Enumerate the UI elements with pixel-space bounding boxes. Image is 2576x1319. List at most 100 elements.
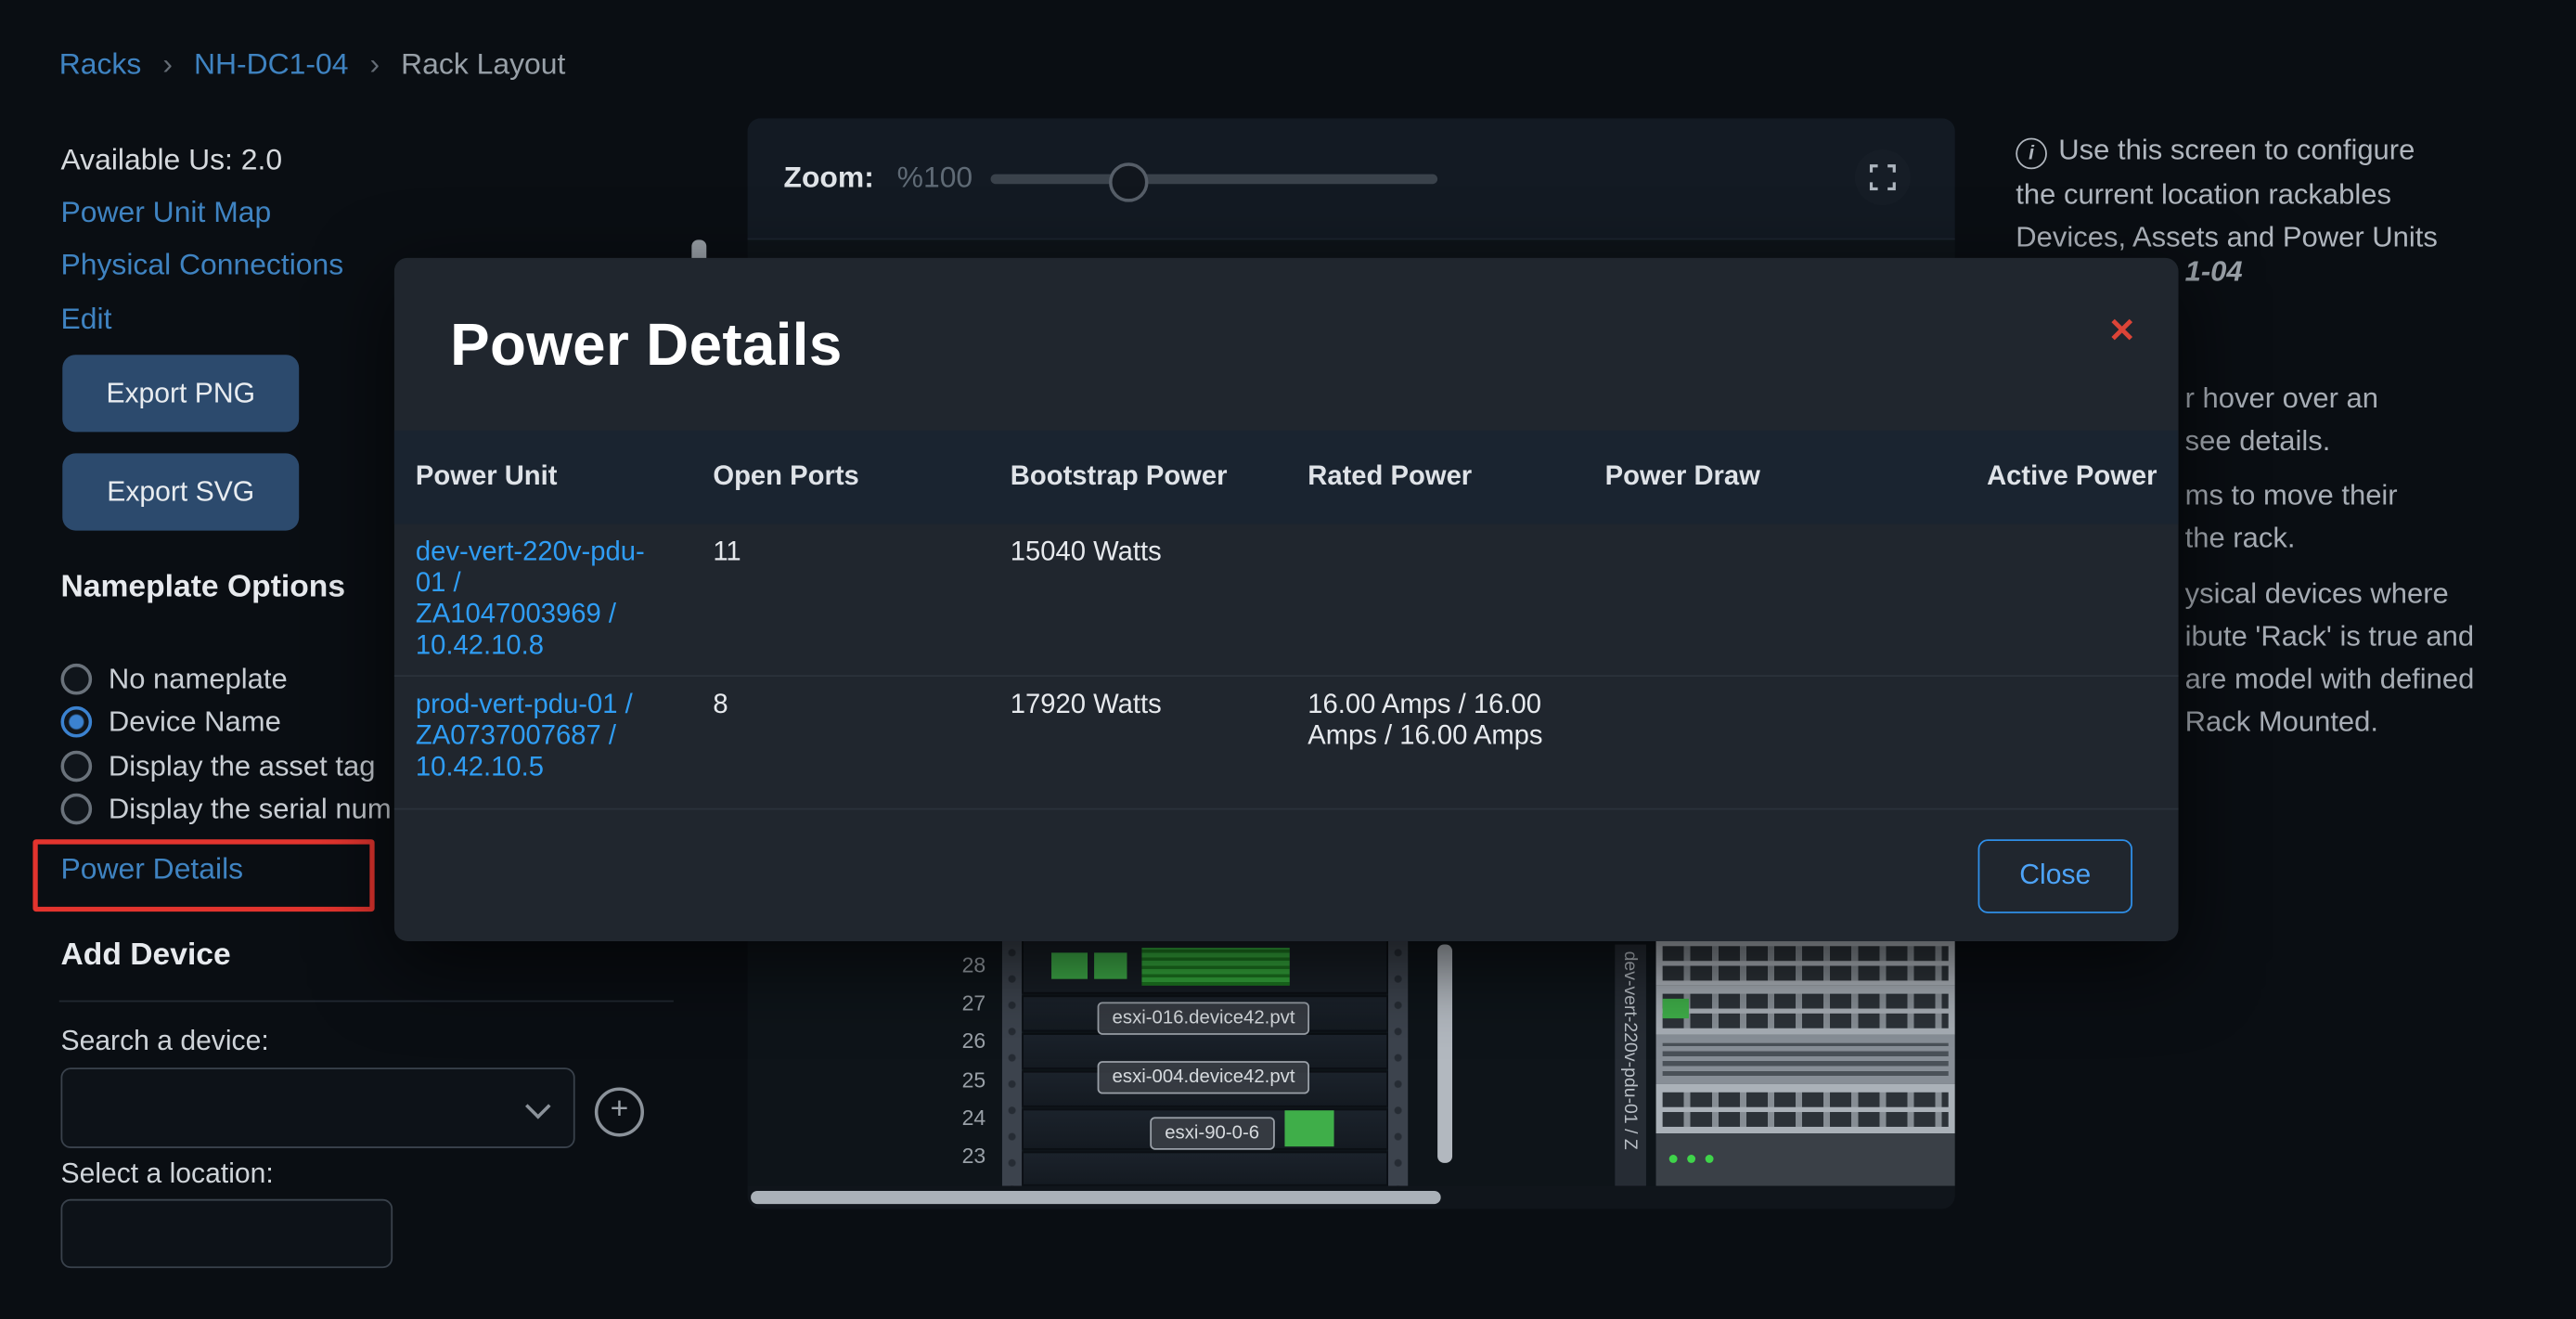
device-green-module	[1094, 952, 1127, 978]
available-us-label: Available Us: 2.0	[61, 143, 283, 177]
radio-label: Device Name	[109, 704, 281, 738]
info-rack-name-fragment: 1-04	[2185, 254, 2243, 289]
device-nameplate[interactable]: esxi-004.device42.pvt	[1098, 1061, 1310, 1093]
info-text-fragment: ibute 'Rack' is true and	[2185, 619, 2475, 653]
rack-unit-number: 28	[936, 952, 985, 977]
info-icon: i	[2016, 138, 2047, 170]
rack-photo-detail	[1663, 994, 1949, 1009]
info-line: i Use this screen to configure	[2016, 128, 2557, 172]
canvas-horizontal-scrollbar-thumb[interactable]	[751, 1191, 1441, 1204]
column-header-active-power: Active Power	[1902, 461, 2157, 493]
power-draw-cell	[1605, 690, 1902, 795]
breadcrumb-current: Rack Layout	[401, 47, 565, 80]
info-panel: i Use this screen to configure the curren…	[2016, 128, 2557, 259]
active-power-cell	[1902, 690, 2157, 795]
plus-icon: +	[611, 1093, 629, 1127]
radio-no-nameplate[interactable]: No nameplate	[61, 657, 288, 700]
table-row: prod-vert-pdu-01 / ZA0737007687 / 10.42.…	[394, 677, 2179, 809]
zoom-slider-track[interactable]	[991, 175, 1438, 185]
zoom-label: Zoom:	[783, 161, 873, 195]
open-ports-cell: 8	[713, 690, 1010, 795]
rack-photo-detail	[1663, 999, 1689, 1018]
power-details-modal: Power Details ✕ Power Unit Open Ports Bo…	[394, 258, 2179, 941]
rack-rail-right	[1388, 939, 1408, 1185]
modal-footer: Close	[394, 809, 2179, 941]
column-header-open-ports: Open Ports	[713, 461, 1010, 493]
device-green-panel	[1284, 1110, 1333, 1146]
table-row: dev-vert-220v-pdu-01 / ZA1047003969 / 10…	[394, 524, 2179, 678]
power-draw-cell	[1605, 537, 1902, 662]
search-device-select[interactable]	[61, 1067, 575, 1148]
device-nameplate[interactable]: esxi-016.device42.pvt	[1098, 1002, 1310, 1034]
rack-photo-detail	[1669, 1155, 1678, 1163]
power-unit-link[interactable]: prod-vert-pdu-01 / ZA0737007687 / 10.42.…	[416, 690, 646, 783]
device-green-lcd	[1141, 948, 1289, 986]
power-unit-map-link[interactable]: Power Unit Map	[61, 196, 272, 230]
export-svg-button[interactable]: Export SVG	[62, 453, 299, 530]
rack-photo-detail	[1663, 1093, 1949, 1107]
rack-rail-left	[1002, 939, 1022, 1185]
rated-power-cell	[1307, 537, 1604, 662]
zoom-slider-thumb[interactable]	[1109, 162, 1148, 201]
modal-header: Power Details ✕	[394, 258, 2179, 431]
highlight-box	[32, 839, 374, 912]
rack-photo-server	[1656, 1084, 1955, 1133]
rated-power-cell: 16.00 Amps / 16.00 Amps / 16.00 Amps	[1307, 690, 1562, 752]
physical-connections-link[interactable]: Physical Connections	[61, 248, 344, 282]
power-unit-link[interactable]: dev-vert-220v-pdu-01 / ZA1047003969 / 10…	[416, 537, 646, 662]
fullscreen-button[interactable]	[1855, 149, 1911, 205]
table-header-row: Power Unit Open Ports Bootstrap Power Ra…	[394, 431, 2179, 524]
info-text-fragment: are model with defined	[2185, 662, 2475, 696]
info-text-fragment: ysical devices where	[2185, 576, 2449, 611]
edit-link[interactable]: Edit	[61, 303, 112, 337]
radio-label: Display the asset tag	[109, 748, 376, 782]
modal-title: Power Details	[450, 310, 843, 379]
nameplate-options-heading: Nameplate Options	[61, 570, 346, 606]
rack-unit-number: 25	[936, 1067, 985, 1093]
column-header-rated-power: Rated Power	[1307, 461, 1604, 493]
radio-icon-selected	[61, 705, 93, 737]
canvas-vertical-scrollbar-thumb[interactable]	[1437, 945, 1452, 1163]
zoom-toolbar: Zoom: %100	[748, 118, 1955, 239]
device-nameplate[interactable]: esxi-90-0-6	[1150, 1117, 1274, 1149]
rack-unit-number: 26	[936, 1028, 985, 1054]
vertical-pdu[interactable]: dev-vert-220v-pdu-01 / Z	[1615, 945, 1646, 1186]
rack-photo-detail	[1663, 946, 1949, 961]
info-text-fragment: Rack Mounted.	[2185, 705, 2378, 739]
bootstrap-power-cell: 17920 Watts	[1011, 690, 1307, 795]
close-icon[interactable]: ✕	[2108, 310, 2136, 351]
rack-photo-detail	[1663, 1014, 1949, 1028]
radio-device-name[interactable]: Device Name	[61, 700, 281, 743]
radio-icon	[61, 793, 93, 824]
breadcrumb-racks[interactable]: Racks	[59, 47, 142, 80]
column-header-power-draw: Power Draw	[1605, 461, 1902, 493]
select-location-select[interactable]	[61, 1199, 393, 1268]
info-line: Devices, Assets and Power Units	[2016, 215, 2557, 259]
breadcrumb-rack-name[interactable]: NH-DC1-04	[194, 47, 348, 80]
add-device-heading: Add Device	[61, 938, 231, 974]
bootstrap-power-cell: 15040 Watts	[1011, 537, 1307, 662]
radio-asset-tag[interactable]: Display the asset tag	[61, 744, 376, 787]
sidebar-divider	[59, 1001, 674, 1002]
open-ports-cell: 11	[713, 537, 1010, 662]
rack-unit-number: 27	[936, 990, 985, 1015]
radio-label: No nameplate	[109, 661, 288, 695]
rack-photo-server	[1656, 1035, 1955, 1084]
radio-icon	[61, 750, 93, 782]
rack-photo-server	[1656, 939, 1955, 986]
breadcrumb-separator: ›	[162, 47, 173, 80]
rack-photo-detail	[1663, 1043, 1949, 1076]
rack-device-face[interactable]	[1022, 1151, 1388, 1185]
info-line: the current location rackables	[2016, 172, 2557, 215]
pdu-vertical-label: dev-vert-220v-pdu-01 / Z	[1615, 945, 1640, 1150]
info-text: Use this screen to configure	[2058, 133, 2415, 165]
radio-serial-number[interactable]: Display the serial num	[61, 787, 392, 830]
export-png-button[interactable]: Export PNG	[62, 355, 299, 432]
search-device-label: Search a device:	[61, 1025, 269, 1057]
rack-photo-detail	[1663, 966, 1949, 981]
info-text-fragment: r hover over an	[2185, 381, 2378, 416]
breadcrumb: Racks › NH-DC1-04 › Rack Layout	[59, 47, 566, 82]
chevron-down-icon	[525, 1093, 551, 1119]
add-device-button[interactable]: +	[595, 1087, 644, 1136]
close-button[interactable]: Close	[1978, 838, 2132, 912]
